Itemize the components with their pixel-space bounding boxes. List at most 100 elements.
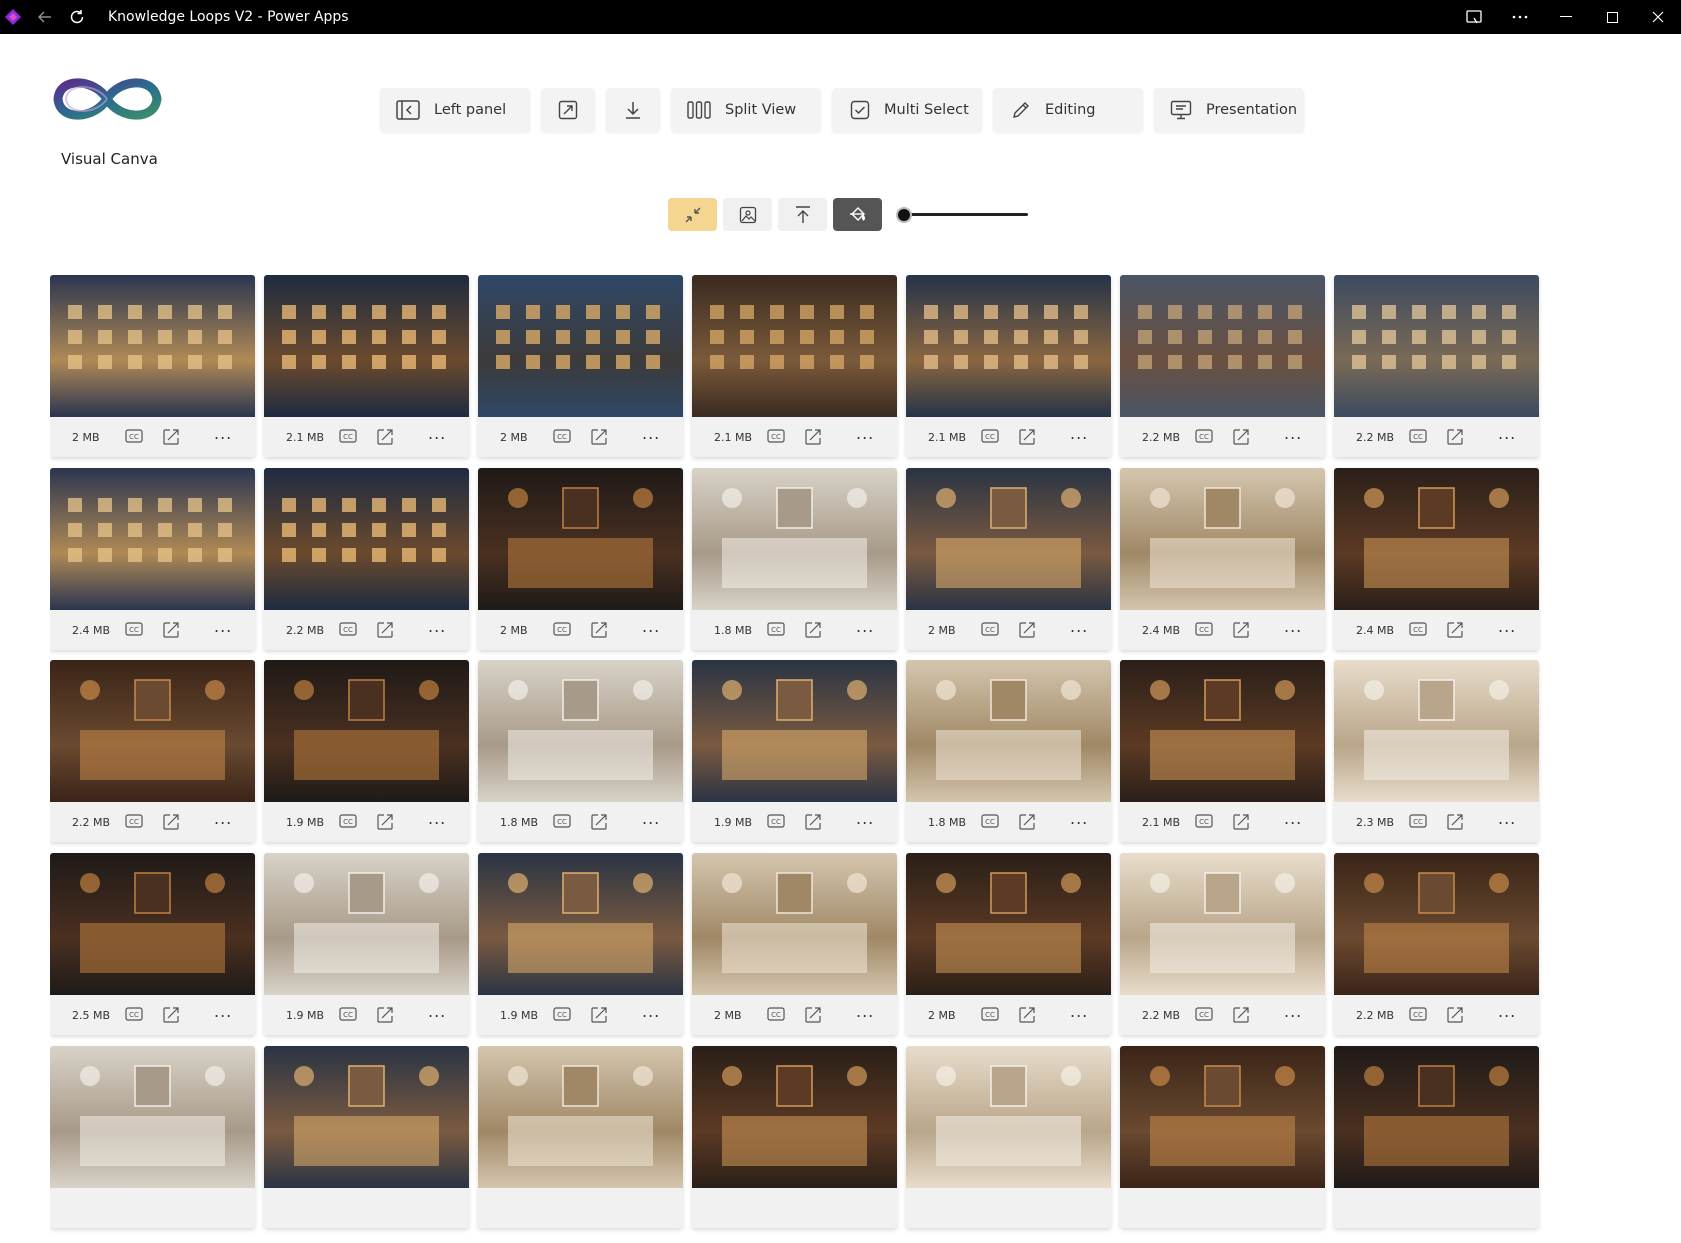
zoom-slider[interactable]	[896, 198, 1028, 231]
expand-icon[interactable]	[376, 621, 394, 639]
closed-captions-icon[interactable]: CC	[339, 429, 357, 443]
closed-captions-icon[interactable]: CC	[339, 814, 357, 828]
closed-captions-icon[interactable]: CC	[553, 429, 571, 443]
multi-select-button[interactable]: Multi Select	[832, 88, 982, 132]
thumbnail-image[interactable]	[50, 1046, 255, 1188]
thumbnail-image[interactable]	[478, 275, 683, 417]
thumbnail-image[interactable]	[906, 853, 1111, 995]
more-options-button[interactable]: ...	[1070, 619, 1088, 635]
thumbnail-image[interactable]	[1334, 853, 1539, 995]
expand-icon[interactable]	[162, 813, 180, 831]
expand-icon[interactable]	[1446, 428, 1464, 446]
zoom-slider-thumb[interactable]	[896, 207, 912, 223]
download-button[interactable]	[606, 88, 660, 132]
expand-icon[interactable]	[590, 813, 608, 831]
expand-icon[interactable]	[804, 428, 822, 446]
more-options-button[interactable]: ...	[642, 619, 660, 635]
expand-icon[interactable]	[804, 1006, 822, 1024]
closed-captions-icon[interactable]: CC	[553, 622, 571, 636]
thumbnail-image[interactable]	[50, 853, 255, 995]
image-card[interactable]: 2.4 MB CC...	[1334, 468, 1539, 650]
image-card[interactable]: 2.2 MB CC...	[1334, 853, 1539, 1035]
maximize-button[interactable]	[1589, 0, 1635, 34]
paint-bucket-button[interactable]	[833, 198, 882, 231]
expand-icon[interactable]	[590, 428, 608, 446]
more-options-button[interactable]: ...	[428, 426, 446, 442]
image-card[interactable]	[50, 1046, 255, 1228]
thumbnail-image[interactable]	[1120, 1046, 1325, 1188]
thumbnail-image[interactable]	[1120, 853, 1325, 995]
more-options-button[interactable]: ...	[1070, 1004, 1088, 1020]
editing-button[interactable]: Editing	[993, 88, 1143, 132]
minimize-button[interactable]	[1543, 0, 1589, 34]
expand-icon[interactable]	[1018, 621, 1036, 639]
image-card[interactable]: 2.5 MB CC...	[50, 853, 255, 1035]
more-options-button[interactable]: ...	[642, 426, 660, 442]
image-card[interactable]: 2.1 MB CC...	[264, 275, 469, 457]
more-options-button[interactable]: ...	[856, 619, 874, 635]
image-card[interactable]: 2.3 MB CC...	[1334, 660, 1539, 842]
closed-captions-icon[interactable]: CC	[981, 814, 999, 828]
closed-captions-icon[interactable]: CC	[1195, 814, 1213, 828]
more-options-button[interactable]: ...	[1498, 811, 1516, 827]
image-card[interactable]: 2 MB CC...	[50, 275, 255, 457]
image-card[interactable]: 2 MB CC...	[906, 853, 1111, 1035]
collapse-button[interactable]	[668, 198, 717, 231]
more-options-button[interactable]: ...	[214, 426, 232, 442]
image-card[interactable]: 1.8 MB CC...	[692, 468, 897, 650]
image-card[interactable]: 1.9 MB CC...	[264, 853, 469, 1035]
thumbnail-image[interactable]	[1334, 1046, 1539, 1188]
closed-captions-icon[interactable]: CC	[767, 814, 785, 828]
refresh-icon[interactable]	[68, 8, 86, 26]
thumbnail-image[interactable]	[692, 660, 897, 802]
thumbnail-image[interactable]	[50, 660, 255, 802]
cast-button[interactable]	[1451, 0, 1497, 34]
closed-captions-icon[interactable]: CC	[767, 622, 785, 636]
closed-captions-icon[interactable]: CC	[339, 1007, 357, 1021]
thumbnail-image[interactable]	[1334, 275, 1539, 417]
more-options-button[interactable]: ...	[1498, 426, 1516, 442]
closed-captions-icon[interactable]: CC	[1195, 622, 1213, 636]
expand-button[interactable]	[541, 88, 595, 132]
more-options-button[interactable]: ...	[1070, 811, 1088, 827]
thumbnail-image[interactable]	[50, 275, 255, 417]
image-card[interactable]: 2.2 MB CC...	[1120, 275, 1325, 457]
more-options-button[interactable]: ...	[1498, 1004, 1516, 1020]
more-options-button[interactable]: ...	[856, 1004, 874, 1020]
thumbnail-image[interactable]	[906, 1046, 1111, 1188]
thumbnail-image[interactable]	[478, 1046, 683, 1188]
closed-captions-icon[interactable]: CC	[125, 429, 143, 443]
more-options-button[interactable]: ...	[428, 619, 446, 635]
image-card[interactable]: 2.2 MB CC...	[50, 660, 255, 842]
more-options-button[interactable]: ...	[1284, 426, 1302, 442]
closed-captions-icon[interactable]: CC	[1409, 622, 1427, 636]
thumbnail-image[interactable]	[1334, 468, 1539, 610]
image-card[interactable]: 1.9 MB CC...	[264, 660, 469, 842]
expand-icon[interactable]	[376, 1006, 394, 1024]
expand-icon[interactable]	[1232, 621, 1250, 639]
image-view-button[interactable]	[723, 198, 772, 231]
expand-icon[interactable]	[1232, 428, 1250, 446]
scroll-top-button[interactable]	[778, 198, 827, 231]
expand-icon[interactable]	[804, 813, 822, 831]
image-card[interactable]: 2 MB CC...	[906, 468, 1111, 650]
thumbnail-image[interactable]	[50, 468, 255, 610]
closed-captions-icon[interactable]: CC	[767, 429, 785, 443]
thumbnail-image[interactable]	[1334, 660, 1539, 802]
thumbnail-image[interactable]	[692, 1046, 897, 1188]
expand-icon[interactable]	[1018, 1006, 1036, 1024]
image-card[interactable]	[1120, 1046, 1325, 1228]
thumbnail-image[interactable]	[264, 853, 469, 995]
thumbnail-image[interactable]	[692, 468, 897, 610]
thumbnail-image[interactable]	[692, 275, 897, 417]
more-options-button[interactable]: ...	[1498, 619, 1516, 635]
closed-captions-icon[interactable]: CC	[125, 814, 143, 828]
image-card[interactable]: 1.9 MB CC...	[478, 853, 683, 1035]
image-card[interactable]: 1.8 MB CC...	[906, 660, 1111, 842]
more-options-button[interactable]: ...	[428, 1004, 446, 1020]
image-card[interactable]	[692, 1046, 897, 1228]
image-card[interactable]: 2.4 MB CC...	[1120, 468, 1325, 650]
split-view-button[interactable]: Split View	[671, 88, 821, 132]
expand-icon[interactable]	[1018, 428, 1036, 446]
more-options-button[interactable]: ...	[214, 1004, 232, 1020]
